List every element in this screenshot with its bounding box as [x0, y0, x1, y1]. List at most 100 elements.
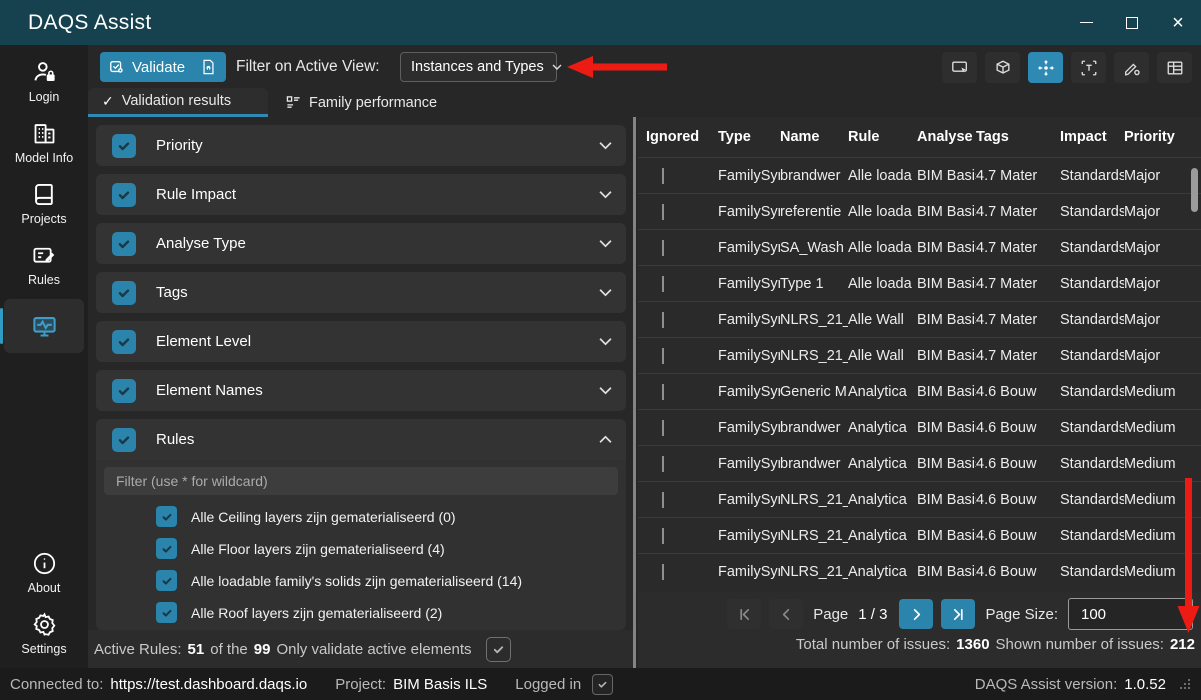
- column-header[interactable]: Name: [780, 129, 848, 145]
- tab-family-performance[interactable]: Family performance: [268, 88, 455, 117]
- column-header[interactable]: Analyse: [917, 129, 976, 145]
- logged-in-checkbox-checked[interactable]: [592, 674, 613, 695]
- issue-row[interactable]: FamilySyrreferentieAlle loadaBIM Basis4.…: [638, 193, 1201, 229]
- panel-splitter[interactable]: [633, 117, 636, 668]
- column-header[interactable]: Rule: [848, 129, 917, 145]
- issue-row[interactable]: FamilySyrbrandwerAnalyticaBIM Basis4.6 B…: [638, 445, 1201, 481]
- prev-page-button[interactable]: [769, 599, 803, 629]
- column-header[interactable]: Ignored: [646, 129, 718, 145]
- server-url[interactable]: https://test.dashboard.daqs.io: [110, 676, 307, 693]
- ignored-checkbox-unchecked[interactable]: [662, 564, 664, 580]
- filter-section-priority[interactable]: Priority: [96, 125, 626, 166]
- section-checkbox-checked[interactable]: [112, 330, 136, 354]
- section-checkbox-checked[interactable]: [112, 183, 136, 207]
- maximize-button[interactable]: [1109, 0, 1155, 45]
- table-scrollbar[interactable]: [1191, 168, 1198, 212]
- only-validate-checkbox-checked[interactable]: [486, 637, 511, 662]
- filter-section-rules[interactable]: Rules: [96, 419, 626, 460]
- ignored-checkbox-unchecked[interactable]: [662, 456, 664, 472]
- issue-row[interactable]: FamilySyrNLRS_21_Alle WallBIM Basis4.7 M…: [638, 337, 1201, 373]
- ignored-checkbox-unchecked[interactable]: [662, 384, 664, 400]
- sidebar-item-model-info[interactable]: Model Info: [0, 116, 88, 168]
- ignored-checkbox-unchecked[interactable]: [662, 312, 664, 328]
- last-page-button[interactable]: [941, 599, 975, 629]
- section-checkbox-checked[interactable]: [112, 281, 136, 305]
- section-checkbox-checked[interactable]: [112, 379, 136, 403]
- rules-filter-input[interactable]: [104, 467, 618, 495]
- validate-label: Validate: [132, 59, 185, 76]
- cell-name: brandwer: [780, 420, 848, 436]
- filter-section-element-level[interactable]: Element Level: [96, 321, 626, 362]
- rule-checkbox-checked[interactable]: [156, 506, 177, 527]
- page-size-input[interactable]: [1068, 598, 1193, 630]
- titlebar: DAQS Assist ×: [0, 0, 1201, 45]
- cell-type: FamilySyr: [718, 348, 780, 364]
- ignored-checkbox-unchecked[interactable]: [662, 492, 664, 508]
- issue-row[interactable]: FamilySyrNLRS_21_Alle WallBIM Basis4.7 M…: [638, 301, 1201, 337]
- ignored-checkbox-unchecked[interactable]: [662, 276, 664, 292]
- rule-item[interactable]: Alle Roof layers zijn gematerialiseerd (…: [156, 602, 618, 623]
- filter-section-analyse-type[interactable]: Analyse Type: [96, 223, 626, 264]
- move-element-button[interactable]: [1028, 52, 1063, 83]
- ignored-checkbox-unchecked[interactable]: [662, 240, 664, 256]
- ignored-cell: [646, 240, 718, 256]
- rule-checkbox-checked[interactable]: [156, 602, 177, 623]
- app-window: DAQS Assist × Login Model Info Projects …: [0, 0, 1201, 700]
- section-checkbox-checked[interactable]: [112, 428, 136, 452]
- screen-share-button[interactable]: [942, 52, 977, 83]
- rule-checkbox-checked[interactable]: [156, 570, 177, 591]
- ignored-checkbox-unchecked[interactable]: [662, 204, 664, 220]
- cube-button[interactable]: [985, 52, 1020, 83]
- ignored-checkbox-unchecked[interactable]: [662, 348, 664, 364]
- issue-row[interactable]: FamilySyrNLRS_21_AnalyticaBIM Basis4.6 B…: [638, 517, 1201, 553]
- tab-validation-results[interactable]: ✓ Validation results: [88, 88, 268, 117]
- ignored-checkbox-unchecked[interactable]: [662, 528, 664, 544]
- sidebar-item-about[interactable]: About: [0, 546, 88, 598]
- issue-row[interactable]: FamilySyrNLRS_21_AnalyticaBIM Basis4.6 B…: [638, 481, 1201, 517]
- column-header[interactable]: Type: [718, 129, 780, 145]
- issue-row[interactable]: FamilySyrGeneric MAnalyticaBIM Basis4.6 …: [638, 373, 1201, 409]
- cell-priority: Medium: [1124, 384, 1193, 400]
- view-filter-dropdown[interactable]: Instances and Types: [400, 52, 557, 82]
- section-label: Element Level: [156, 333, 599, 350]
- issue-row[interactable]: FamilySyrSA_WashAlle loadaBIM Basis4.7 M…: [638, 229, 1201, 265]
- filter-section-tags[interactable]: Tags: [96, 272, 626, 313]
- sidebar-item-validation-active[interactable]: [4, 299, 84, 353]
- select-text-button[interactable]: [1071, 52, 1106, 83]
- column-header[interactable]: Impact: [1060, 129, 1124, 145]
- next-page-button[interactable]: [899, 599, 933, 629]
- cell-tags: 4.6 Bouw: [976, 456, 1060, 472]
- sidebar-item-projects[interactable]: Projects: [0, 177, 88, 229]
- filter-section-rule-impact[interactable]: Rule Impact: [96, 174, 626, 215]
- filter-section-element-names[interactable]: Element Names: [96, 370, 626, 411]
- column-header[interactable]: Tags: [976, 129, 1060, 145]
- ignored-checkbox-unchecked[interactable]: [662, 420, 664, 436]
- rule-item[interactable]: Alle Floor layers zijn gematerialiseerd …: [156, 538, 618, 559]
- document-lock-button[interactable]: [191, 52, 226, 82]
- validate-button[interactable]: Validate: [100, 52, 197, 82]
- rule-item[interactable]: Alle loadable family's solids zijn gemat…: [156, 570, 618, 591]
- section-checkbox-checked[interactable]: [112, 232, 136, 256]
- list-check-icon: [286, 95, 301, 110]
- issue-row[interactable]: FamilySyrbrandwerAlle loadaBIM Basis4.7 …: [638, 157, 1201, 193]
- first-page-button[interactable]: [727, 599, 761, 629]
- building-icon: [31, 120, 58, 147]
- sidebar-item-settings[interactable]: Settings: [0, 607, 88, 659]
- issue-row[interactable]: FamilySyrType 1Alle loadaBIM Basis4.7 Ma…: [638, 265, 1201, 301]
- rule-item[interactable]: Alle Ceiling layers zijn gematerialiseer…: [156, 506, 618, 527]
- table-button[interactable]: [1157, 52, 1192, 83]
- sidebar-item-login[interactable]: Login: [0, 55, 88, 107]
- ignored-checkbox-unchecked[interactable]: [662, 168, 664, 184]
- issue-row[interactable]: FamilySyrNLRS_21_AnalyticaBIM Basis4.6 B…: [638, 553, 1201, 589]
- minimize-button[interactable]: [1063, 0, 1109, 45]
- close-button[interactable]: ×: [1155, 0, 1201, 45]
- resize-grip[interactable]: [1179, 678, 1191, 690]
- sidebar-item-rules[interactable]: Rules: [0, 238, 88, 290]
- rule-checkbox-checked[interactable]: [156, 538, 177, 559]
- pen-settings-button[interactable]: [1114, 52, 1149, 83]
- section-checkbox-checked[interactable]: [112, 134, 136, 158]
- cell-analyse: BIM Basis: [917, 348, 976, 364]
- issue-row[interactable]: FamilySyrbrandwerAnalyticaBIM Basis4.6 B…: [638, 409, 1201, 445]
- check-icon: ✓: [102, 93, 114, 110]
- column-header[interactable]: Priority: [1124, 129, 1193, 145]
